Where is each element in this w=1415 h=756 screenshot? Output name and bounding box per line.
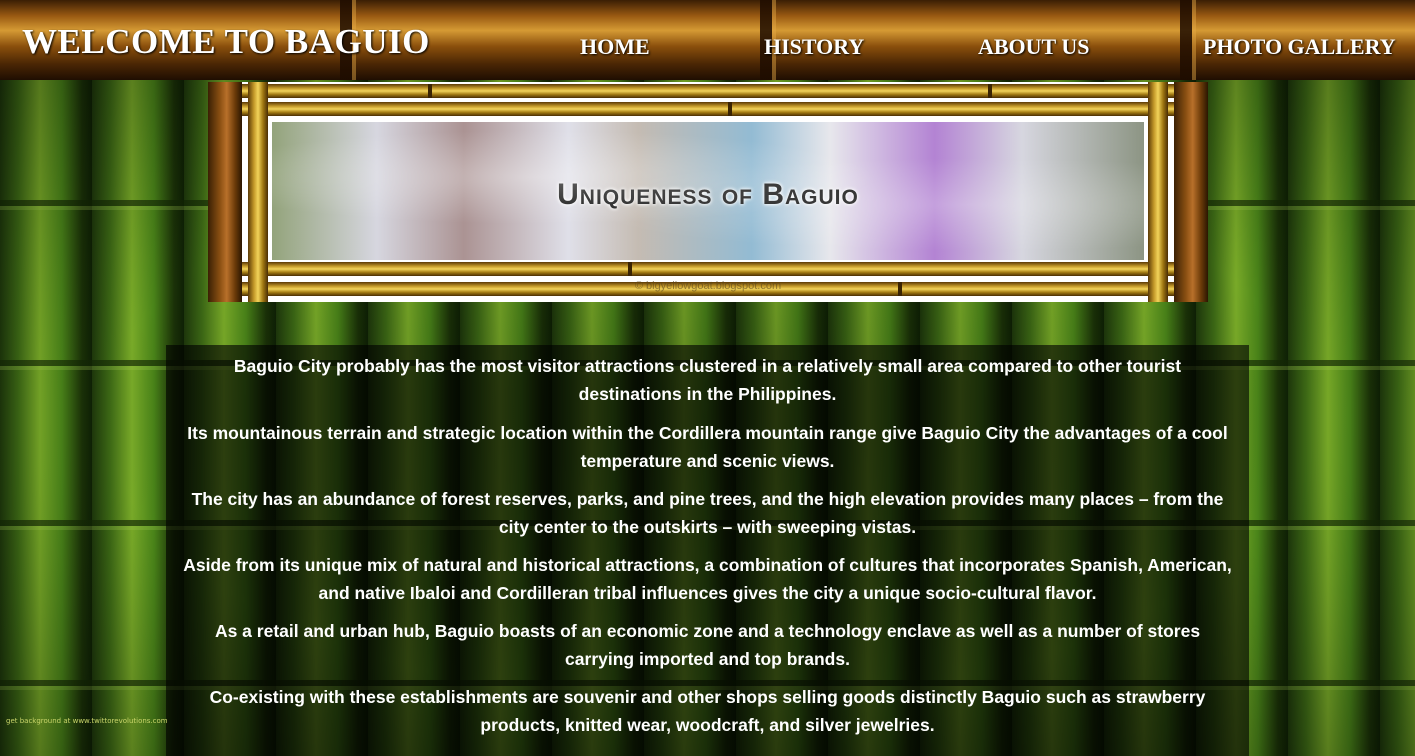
bamboo-node [428,84,432,98]
bamboo-frame-right-inner [1148,82,1168,302]
main-nav: HOME HISTORY ABOUT US PHOTO GALLERY [0,34,1415,64]
content-paragraph: Its mountainous terrain and strategic lo… [187,423,1228,471]
baguio-collage-photo: Uniqueness of Baguio [272,122,1144,260]
nav-link-home[interactable]: HOME [580,34,650,60]
bamboo-frame-top-inner [208,102,1208,116]
bamboo-node [628,262,632,276]
bamboo-node [728,102,732,116]
bamboo-frame-left-outer [208,82,242,302]
content-paragraph: The city has an abundance of forest rese… [191,489,1224,537]
bamboo-frame-left-inner [248,82,268,302]
banner-image: Uniqueness of Baguio © bigyellowgoat.blo… [208,82,1208,302]
content-paragraph: Co-existing with these establishments ar… [209,687,1206,735]
content-paragraph: As a retail and urban hub, Baguio boasts… [214,621,1201,669]
bamboo-frame-bottom-inner [208,262,1208,276]
bamboo-frame-right-outer [1174,82,1208,302]
nav-link-history[interactable]: HISTORY [764,34,864,60]
banner-credit-watermark: © bigyellowgoat.blogspot.com [634,280,782,292]
site-header: WELCOME TO BAGUIO HOME HISTORY ABOUT US … [0,0,1415,80]
background-credit: get background at www.twittorevolutions.… [6,717,168,725]
main-content: Baguio City probably has the most visito… [166,345,1249,756]
nav-link-photo-gallery[interactable]: PHOTO GALLERY [1203,34,1396,60]
bamboo-frame-top [208,84,1208,98]
content-paragraph: Baguio City probably has the most visito… [233,356,1182,404]
bamboo-node [988,84,992,98]
nav-link-about-us[interactable]: ABOUT US [978,34,1089,60]
content-paragraph: Aside from its unique mix of natural and… [183,555,1232,603]
banner-title: Uniqueness of Baguio [557,178,859,211]
